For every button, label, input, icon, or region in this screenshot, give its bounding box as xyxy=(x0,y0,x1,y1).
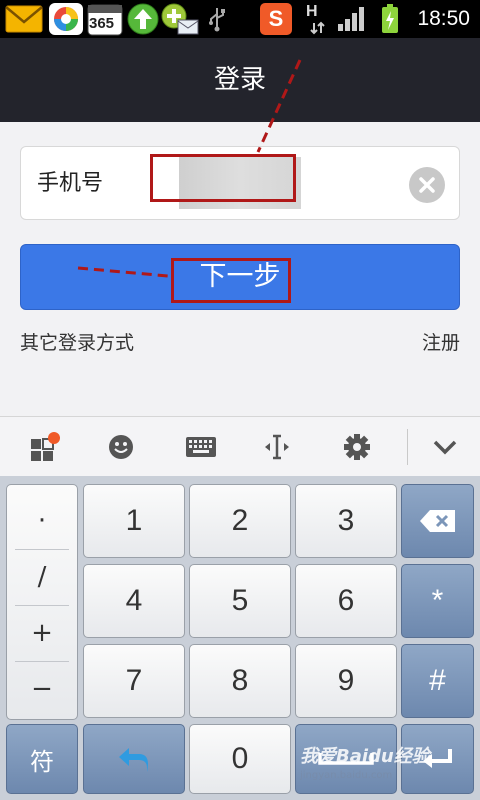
symbol-key-slash[interactable]: / xyxy=(7,549,77,605)
keyboard-icon[interactable] xyxy=(174,417,228,477)
watermark-text: 我爱Baidu经验 xyxy=(300,746,430,767)
annotation-box-phone xyxy=(150,154,296,202)
cursor-icon[interactable] xyxy=(252,417,302,477)
key-0[interactable]: 0 xyxy=(189,724,291,794)
sogou-s-label: S xyxy=(260,3,292,35)
undo-icon xyxy=(119,748,148,772)
usb-icon xyxy=(204,3,230,35)
emoji-icon[interactable] xyxy=(96,417,146,477)
phone-label: 手机号 xyxy=(37,171,104,196)
app-market-icon xyxy=(46,3,86,35)
settings-icon[interactable] xyxy=(332,417,382,477)
status-bar: 365 S H 18:50 xyxy=(0,0,480,38)
key-6[interactable]: 6 xyxy=(295,564,397,638)
other-login-link[interactable]: 其它登录方式 xyxy=(20,328,134,355)
undo-key[interactable] xyxy=(83,724,185,794)
clock: 18:50 xyxy=(417,7,470,30)
key-8[interactable]: 8 xyxy=(189,644,291,718)
page-title: 登录 xyxy=(0,38,480,122)
sogou-s-icon: S xyxy=(258,3,294,35)
symbol-key-dot[interactable]: · xyxy=(7,493,77,549)
keyboard-toolbar xyxy=(0,416,480,476)
star-key[interactable]: * xyxy=(401,564,474,638)
hash-key[interactable]: # xyxy=(401,644,474,718)
key-3[interactable]: 3 xyxy=(295,484,397,558)
toolbar-divider xyxy=(407,429,408,465)
watermark-url: jingyan.baidu.com xyxy=(300,770,393,781)
register-link[interactable]: 注册 xyxy=(422,328,460,355)
symbol-column[interactable]: · / + − xyxy=(6,484,78,720)
symbol-key-minus[interactable]: − xyxy=(7,661,77,717)
plus-mail-icon xyxy=(160,3,200,35)
clear-icon[interactable] xyxy=(409,167,445,203)
backspace-key[interactable] xyxy=(401,484,474,558)
key-2[interactable]: 2 xyxy=(189,484,291,558)
mail-icon xyxy=(4,3,44,35)
backspace-icon xyxy=(419,510,455,532)
upload-arrow-icon xyxy=(126,3,160,35)
key-9[interactable]: 9 xyxy=(295,644,397,718)
key-7[interactable]: 7 xyxy=(83,644,185,718)
symbol-switch-key[interactable]: 符 xyxy=(6,724,78,794)
symbol-key-plus[interactable]: + xyxy=(7,605,77,661)
annotation-box-next xyxy=(171,258,291,303)
calendar-365-label: 365 xyxy=(89,15,115,32)
battery-icon xyxy=(378,3,402,35)
key-1[interactable]: 1 xyxy=(83,484,185,558)
signal-icon xyxy=(336,3,366,35)
collapse-chevron-icon[interactable] xyxy=(420,417,470,477)
key-4[interactable]: 4 xyxy=(83,564,185,638)
key-5[interactable]: 5 xyxy=(189,564,291,638)
apps-grid-icon[interactable] xyxy=(20,417,70,477)
calendar-365-icon: 365 xyxy=(86,3,124,36)
hsdpa-icon: H xyxy=(300,3,330,35)
